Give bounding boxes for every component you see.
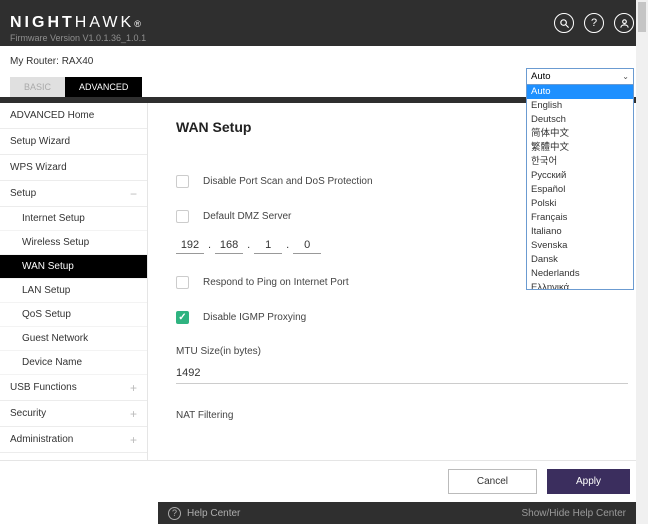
language-dropdown[interactable]: Auto⌄ AutoEnglishDeutsch简体中文繁體中文한국어Русск… (526, 68, 634, 290)
footer-actions: Cancel Apply (0, 460, 648, 502)
language-option[interactable]: Deutsch (527, 113, 633, 127)
language-option[interactable]: Русский (527, 169, 633, 183)
language-option[interactable]: Ελληνικά (527, 281, 633, 289)
language-option[interactable]: Nederlands (527, 267, 633, 281)
sidebar-item-device-name[interactable]: Device Name (0, 351, 147, 375)
sidebar: ADVANCED Home Setup Wizard WPS Wizard Se… (0, 103, 148, 483)
help-center-icon: ? (168, 507, 181, 520)
ip-octet-4[interactable] (293, 237, 321, 254)
help-toggle-label: Show/Hide Help Center (522, 508, 627, 519)
tab-basic[interactable]: BASIC (10, 77, 65, 97)
language-option[interactable]: 繁體中文 (527, 141, 633, 155)
user-icon[interactable] (614, 13, 634, 33)
sidebar-item-wps-wizard[interactable]: WPS Wizard (0, 155, 147, 181)
brand-logo: NIGHTHAWK® (10, 14, 144, 32)
label-disable-portscan: Disable Port Scan and DoS Protection (203, 176, 373, 187)
checkbox-respond-ping[interactable] (176, 276, 189, 289)
language-option[interactable]: 한국어 (527, 155, 633, 169)
sidebar-item-internet-setup[interactable]: Internet Setup (0, 207, 147, 231)
tab-advanced[interactable]: ADVANCED (65, 77, 142, 97)
page-scrollbar[interactable] (636, 0, 648, 524)
ip-octet-2[interactable] (215, 237, 243, 254)
sidebar-item-lan-setup[interactable]: LAN Setup (0, 279, 147, 303)
expand-icon: + (130, 409, 137, 419)
my-router-label: My Router: RAX40 (10, 56, 638, 67)
label-default-dmz: Default DMZ Server (203, 211, 291, 222)
mtu-value[interactable]: 1492 (176, 367, 628, 384)
label-mtu: MTU Size(in bytes) (176, 346, 628, 357)
ip-octet-3[interactable] (254, 237, 282, 254)
expand-icon: + (130, 383, 137, 393)
sidebar-item-setup-wizard[interactable]: Setup Wizard (0, 129, 147, 155)
language-option[interactable]: Español (527, 183, 633, 197)
language-selected[interactable]: Auto⌄ (527, 69, 633, 85)
sidebar-item-security[interactable]: Security+ (0, 401, 147, 427)
sidebar-item-wan-setup[interactable]: WAN Setup (0, 255, 147, 279)
label-respond-ping: Respond to Ping on Internet Port (203, 277, 349, 288)
help-icon[interactable]: ? (584, 13, 604, 33)
language-option[interactable]: Svenska (527, 239, 633, 253)
language-option-list[interactable]: AutoEnglishDeutsch简体中文繁體中文한국어РусскийEspa… (527, 85, 633, 289)
language-option[interactable]: Dansk (527, 253, 633, 267)
label-nat-filtering: NAT Filtering (176, 410, 628, 421)
ip-octet-1[interactable] (176, 237, 204, 254)
language-option[interactable]: English (527, 99, 633, 113)
label-disable-igmp: Disable IGMP Proxying (203, 312, 306, 323)
top-bar: NIGHTHAWK® Firmware Version V1.0.1.36_1.… (0, 0, 648, 46)
checkbox-disable-portscan[interactable] (176, 175, 189, 188)
language-option[interactable]: Auto (527, 85, 633, 99)
sidebar-item-setup[interactable]: Setup− (0, 181, 147, 207)
checkbox-disable-igmp[interactable] (176, 311, 189, 324)
language-option[interactable]: Français (527, 211, 633, 225)
help-center-label: Help Center (187, 508, 240, 519)
sidebar-item-advanced-home[interactable]: ADVANCED Home (0, 103, 147, 129)
language-option[interactable]: Italiano (527, 225, 633, 239)
chevron-down-icon: ⌄ (622, 72, 629, 81)
sidebar-item-administration[interactable]: Administration+ (0, 427, 147, 453)
expand-icon: + (130, 435, 137, 445)
sidebar-item-guest-network[interactable]: Guest Network (0, 327, 147, 351)
cancel-button[interactable]: Cancel (448, 469, 537, 494)
sidebar-item-wireless-setup[interactable]: Wireless Setup (0, 231, 147, 255)
sidebar-item-qos-setup[interactable]: QoS Setup (0, 303, 147, 327)
checkbox-default-dmz[interactable] (176, 210, 189, 223)
help-center-bar[interactable]: ? Help Center Show/Hide Help Center (158, 502, 636, 524)
language-option[interactable]: Polski (527, 197, 633, 211)
search-icon[interactable] (554, 13, 574, 33)
apply-button[interactable]: Apply (547, 469, 630, 494)
firmware-version: Firmware Version V1.0.1.36_1.0.1 (10, 33, 146, 43)
collapse-icon: − (130, 189, 137, 199)
sidebar-item-usb-functions[interactable]: USB Functions+ (0, 375, 147, 401)
language-option[interactable]: 简体中文 (527, 127, 633, 141)
